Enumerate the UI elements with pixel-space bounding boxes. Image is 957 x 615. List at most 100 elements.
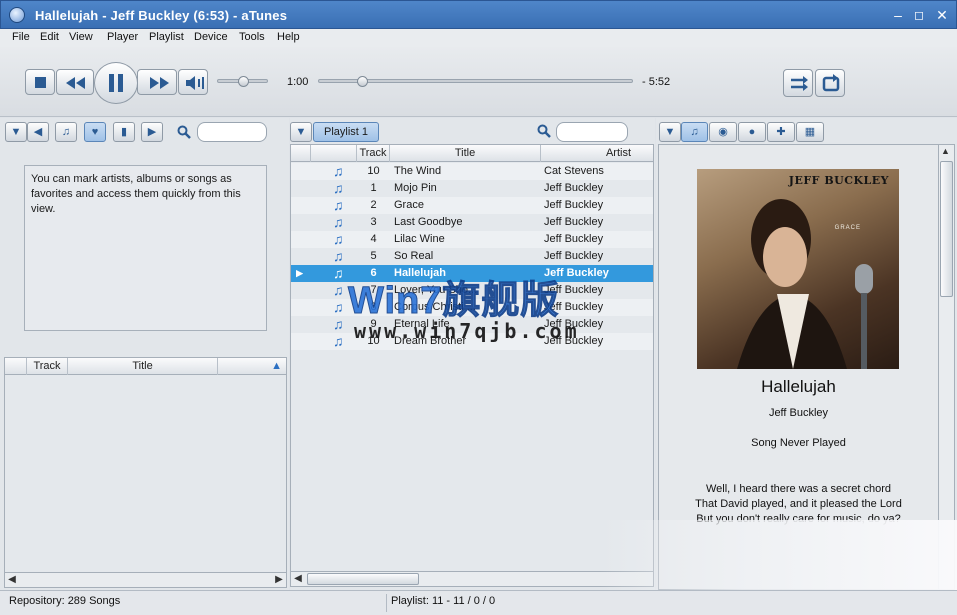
track-title: The Wind — [394, 165, 442, 177]
chevron-down-icon: ▼ — [295, 126, 307, 138]
track-artist: Jeff Buckley — [544, 335, 604, 347]
music-note-icon: ♫ — [333, 163, 344, 179]
song-info-tab[interactable]: ♫ — [681, 122, 708, 142]
track-title: Lilac Wine — [394, 233, 445, 245]
track-artist: Jeff Buckley — [544, 233, 604, 245]
favorites-horizontal-scrollbar[interactable]: ◀ ▶ — [4, 572, 287, 588]
playlist-row[interactable]: ♫ 10 Dream Brother Jeff Buckley — [291, 333, 653, 350]
speaker-icon — [186, 76, 204, 90]
track-title: So Real — [394, 250, 434, 262]
music-note-icon: ♫ — [333, 282, 344, 298]
context-menu-button[interactable]: ▼ — [659, 122, 681, 142]
music-note-icon: ♫ — [690, 126, 699, 138]
playlist-row[interactable]: ♫ 9 Eternal Life Jeff Buckley — [291, 316, 653, 333]
menu-view[interactable]: View — [69, 31, 93, 43]
track-artist: Cat Stevens — [544, 165, 604, 177]
playlist-pane: ▼ Playlist 1 Track Title Artist ♫ 10 The W… — [290, 118, 655, 590]
volume-button[interactable] — [178, 69, 208, 95]
repository-view-button[interactable]: ♫ — [55, 122, 77, 142]
music-note-icon: ♫ — [333, 299, 344, 315]
shuffle-button[interactable] — [783, 69, 813, 97]
column-header-title[interactable]: Title — [68, 358, 218, 375]
context-vertical-scrollbar[interactable]: ▲ — [938, 145, 954, 589]
volume-slider-knob[interactable] — [237, 76, 249, 87]
tab-playlist-1[interactable]: Playlist 1 — [313, 122, 379, 142]
close-button[interactable]: ✕ — [932, 5, 952, 25]
navigator-search-input[interactable] — [197, 122, 267, 142]
navigator-back-button[interactable]: ◀ — [27, 122, 49, 142]
repeat-button[interactable] — [815, 69, 845, 97]
previous-button[interactable] — [56, 69, 94, 95]
heart-icon: ♥ — [91, 126, 99, 138]
video-tab[interactable]: ▦ — [796, 122, 824, 142]
column-header-playing[interactable] — [291, 145, 311, 162]
scroll-up-icon[interactable]: ▲ — [941, 146, 950, 156]
music-note-icon: ♫ — [333, 231, 344, 247]
similar-artists-tab[interactable]: ✚ — [767, 122, 795, 142]
music-note-icon: ♫ — [333, 265, 344, 281]
playlist-menu-button[interactable]: ▼ — [290, 122, 312, 142]
search-icon — [177, 125, 191, 139]
now-playing-icon: ▶ — [296, 268, 303, 278]
track-number: 10 — [367, 335, 380, 347]
stop-button[interactable] — [25, 69, 55, 95]
playlist-search-input[interactable] — [556, 122, 628, 142]
playlist-row[interactable]: ♫ 3 Last Goodbye Jeff Buckley — [291, 214, 653, 231]
album-info-tab[interactable]: ◉ — [709, 122, 737, 142]
menu-playlist[interactable]: Playlist — [149, 31, 184, 43]
playlist-row[interactable]: ♫ 10 The Wind Cat Stevens — [291, 163, 653, 180]
playlist-row[interactable]: ♫ 4 Lilac Wine Jeff Buckley — [291, 231, 653, 248]
track-number: 8 — [370, 301, 377, 313]
stop-icon — [35, 77, 46, 88]
repository-status: Repository: 289 Songs — [9, 595, 121, 607]
playlist-row[interactable]: ♫ 5 So Real Jeff Buckley — [291, 248, 653, 265]
playlist-row[interactable]: ♫ 7 Lover, You Sho... Jeff Buckley — [291, 282, 653, 299]
pause-button[interactable] — [94, 62, 138, 104]
scroll-right-icon[interactable]: ▶ — [272, 573, 286, 587]
maximize-button[interactable]: ◻ — [909, 5, 929, 25]
menu-tools[interactable]: Tools — [239, 31, 265, 43]
playlist-row[interactable]: ♫ 1 Mojo Pin Jeff Buckley — [291, 180, 653, 197]
remaining-time: - 5:52 — [642, 76, 671, 88]
playlist-row[interactable]: ♫ 2 Grace Jeff Buckley — [291, 197, 653, 214]
device-view-button[interactable]: ▮ — [113, 122, 135, 142]
device-icon: ▮ — [120, 126, 128, 138]
playlist-row[interactable]: ♫ 8 Corpus Christi ... Jeff Buckley — [291, 299, 653, 316]
track-artist: Jeff Buckley — [544, 267, 609, 279]
navigator-forward-button[interactable]: ▶ — [141, 122, 163, 142]
artist-info-tab[interactable]: ● — [738, 122, 766, 142]
favorites-view-button[interactable]: ♥ — [84, 122, 106, 142]
playlist-status: Playlist: 11 - 11 / 0 / 0 — [391, 595, 496, 607]
film-icon: ▦ — [804, 126, 816, 138]
menu-file[interactable]: File — [12, 31, 30, 43]
playlist-scroll-thumb[interactable] — [307, 573, 419, 585]
progress-slider-knob[interactable] — [357, 76, 369, 87]
menu-device[interactable]: Device — [194, 31, 228, 43]
sort-ascending-icon[interactable]: ▲ — [218, 358, 286, 375]
navigator-menu-button[interactable]: ▼ — [5, 122, 27, 142]
playlist-row[interactable]: ▶ ♫ 6 Hallelujah Jeff Buckley — [291, 265, 653, 282]
menu-bar: File Edit View Player Playlist Device To… — [0, 29, 957, 47]
column-header-type[interactable] — [311, 145, 357, 162]
scroll-left-icon[interactable]: ◀ — [291, 572, 305, 586]
song-title: Hallelujah — [761, 377, 836, 396]
menu-edit[interactable]: Edit — [40, 31, 59, 43]
next-button[interactable] — [137, 69, 177, 95]
album-cover-image: JEFF BUCKLEY GRACE — [697, 169, 899, 369]
column-header-artist[interactable]: Artist — [541, 145, 653, 162]
column-header-track[interactable]: Track — [357, 145, 390, 162]
context-scroll-thumb[interactable] — [940, 161, 953, 297]
favorites-table-header: Track Title ▲ — [5, 358, 286, 375]
track-title: Last Goodbye — [394, 216, 463, 228]
minimize-button[interactable]: – — [888, 5, 908, 25]
column-header-title[interactable]: Title — [390, 145, 541, 162]
playlist-table-header: Track Title Artist — [291, 145, 653, 162]
column-header-track[interactable]: Track — [27, 358, 68, 375]
track-title: Eternal Life — [394, 318, 450, 330]
column-header-icon[interactable] — [5, 358, 27, 375]
menu-help[interactable]: Help — [277, 31, 300, 43]
scroll-left-icon[interactable]: ◀ — [5, 573, 19, 587]
menu-player[interactable]: Player — [107, 31, 138, 43]
playlist-horizontal-scrollbar[interactable]: ◀ — [290, 571, 654, 587]
music-note-icon: ♫ — [333, 248, 344, 264]
